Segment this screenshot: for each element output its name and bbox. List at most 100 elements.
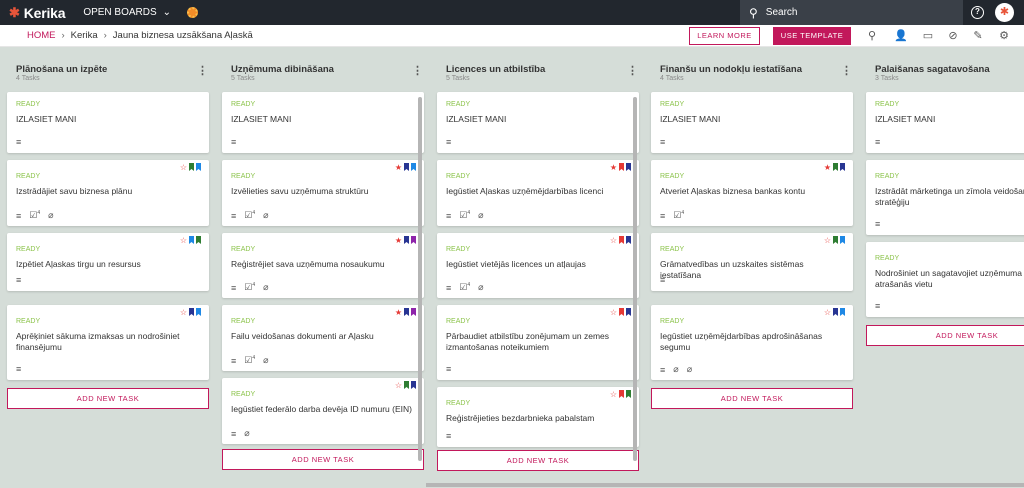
star-icon[interactable]: ☆ bbox=[395, 381, 402, 390]
task-card[interactable]: ★ READY Atveriet Aļaskas biznesa bankas … bbox=[651, 160, 853, 226]
checklist-icon: ☑4 bbox=[29, 210, 41, 220]
attachment-icon[interactable]: ⊘ bbox=[946, 29, 960, 42]
column-header[interactable]: Palaišanas sagatavošana 3 Tasks ⋮ bbox=[866, 58, 1024, 84]
sun-icon[interactable] bbox=[187, 7, 199, 18]
star-icon[interactable]: ☆ bbox=[610, 236, 617, 245]
checklist-icon: ☑4 bbox=[459, 282, 471, 292]
star-icon[interactable]: ☆ bbox=[180, 163, 187, 172]
use-template-button[interactable]: USE TEMPLATE bbox=[773, 27, 851, 45]
bookmark-icon bbox=[196, 308, 201, 316]
star-icon[interactable]: ☆ bbox=[180, 308, 187, 317]
task-card[interactable]: READY IZLASIET MANI ≡ bbox=[437, 92, 639, 153]
star-icon[interactable]: ★ bbox=[610, 163, 617, 172]
description-icon: ≡ bbox=[660, 275, 666, 285]
column-header[interactable]: Plānošana un izpēte 4 Tasks ⋮ bbox=[7, 58, 213, 84]
task-card[interactable]: ☆ READY Pārbaudiet atbilstību zonējumam … bbox=[437, 305, 639, 380]
description-icon: ≡ bbox=[446, 282, 452, 293]
open-boards-menu[interactable]: OPEN BOARDS ⌄ bbox=[83, 7, 171, 18]
learn-more-button[interactable]: LEARN MORE bbox=[689, 27, 760, 45]
bookmark-icon bbox=[626, 390, 631, 398]
card-flags: ★ bbox=[395, 308, 416, 317]
bookmark-icon bbox=[404, 236, 409, 244]
card-icons: ≡ bbox=[660, 275, 665, 285]
task-card[interactable]: READY IZLASIET MANI ≡ bbox=[866, 92, 1024, 153]
column-menu-icon[interactable]: ⋮ bbox=[627, 64, 638, 77]
tools-icon[interactable]: ✎ bbox=[971, 29, 985, 42]
bookmark-icon bbox=[411, 308, 416, 316]
column-header[interactable]: Finanšu un nodokļu iestatīšana 4 Tasks ⋮ bbox=[651, 58, 857, 84]
add-person-icon[interactable]: 👤 bbox=[894, 29, 908, 42]
star-icon[interactable]: ★ bbox=[395, 163, 402, 172]
card-icons: ≡ ☑4 ⌀ bbox=[231, 355, 269, 366]
task-card[interactable]: ☆ READY Reģistrējieties bezdarbnieka pab… bbox=[437, 387, 639, 447]
search-box[interactable]: ⚲ Search bbox=[740, 0, 963, 25]
star-icon[interactable]: ☆ bbox=[180, 236, 187, 245]
bookmark-icon bbox=[619, 236, 624, 244]
add-new-task-button[interactable]: ADD NEW TASK bbox=[437, 450, 639, 471]
task-card[interactable]: ☆ READY Iegūstiet vietējās licences un a… bbox=[437, 233, 639, 298]
column-header[interactable]: Uzņēmuma dibināšana 5 Tasks ⋮ bbox=[222, 58, 428, 84]
task-card[interactable]: ★ READY Reģistrējiet sava uzņēmuma nosau… bbox=[222, 233, 424, 298]
task-card[interactable]: ☆ READY Aprēķiniet sākuma izmaksas un no… bbox=[7, 305, 209, 380]
bookmark-icon bbox=[833, 236, 838, 244]
column-menu-icon[interactable]: ⋮ bbox=[841, 64, 852, 77]
star-icon[interactable]: ☆ bbox=[824, 308, 831, 317]
task-title: Failu veidošanas dokumenti ar Aļasku bbox=[231, 331, 374, 341]
description-icon: ≡ bbox=[446, 431, 452, 441]
column-menu-icon[interactable]: ⋮ bbox=[197, 64, 208, 77]
task-card[interactable]: ☆ READY Izstrādājiet savu biznesa plānu … bbox=[7, 160, 209, 226]
chat-icon[interactable]: ▭ bbox=[921, 29, 935, 42]
column-menu-icon[interactable]: ⋮ bbox=[412, 64, 423, 77]
task-card[interactable]: ★ READY Iegūstiet Aļaskas uzņēmējdarbība… bbox=[437, 160, 639, 226]
task-card[interactable]: READY IZLASIET MANI ≡ bbox=[651, 92, 853, 153]
task-card[interactable]: READY Nodrošiniet un sagatavojiet uzņēmu… bbox=[866, 242, 1024, 317]
status-badge: READY bbox=[446, 318, 471, 325]
task-title: Reģistrējiet sava uzņēmuma nosaukumu bbox=[231, 259, 385, 269]
status-badge: READY bbox=[446, 246, 471, 253]
task-card[interactable]: ☆ READY Iegūstiet federālo darba devēja … bbox=[222, 378, 424, 444]
card-flags: ☆ bbox=[180, 236, 201, 245]
attachment-icon: ⌀ bbox=[478, 210, 484, 220]
task-card[interactable]: READY Izstrādāt mārketinga un zīmola vei… bbox=[866, 160, 1024, 235]
breadcrumb-org[interactable]: Kerika bbox=[71, 30, 98, 41]
star-icon[interactable]: ☆ bbox=[824, 236, 831, 245]
column-scrollbar[interactable] bbox=[418, 97, 422, 461]
task-card[interactable]: ★ READY Izvēlieties savu uzņēmuma strukt… bbox=[222, 160, 424, 226]
task-card[interactable]: ★ READY Failu veidošanas dokumenti ar Aļ… bbox=[222, 305, 424, 371]
description-icon: ≡ bbox=[660, 210, 666, 221]
task-card[interactable]: READY IZLASIET MANI ≡ bbox=[222, 92, 424, 153]
star-icon[interactable]: ☆ bbox=[610, 308, 617, 317]
add-new-task-button[interactable]: ADD NEW TASK bbox=[651, 388, 853, 409]
add-new-task-button[interactable]: ADD NEW TASK bbox=[7, 388, 209, 409]
add-new-task-button[interactable]: ADD NEW TASK bbox=[866, 325, 1024, 346]
status-badge: READY bbox=[660, 173, 685, 180]
star-icon[interactable]: ★ bbox=[395, 308, 402, 317]
help-icon[interactable]: ? bbox=[971, 6, 984, 19]
breadcrumb-home[interactable]: HOME bbox=[27, 30, 56, 41]
bookmark-icon bbox=[404, 381, 409, 389]
task-card[interactable]: READY IZLASIET MANI ≡ bbox=[7, 92, 209, 153]
column-scrollbar[interactable] bbox=[633, 97, 637, 461]
bookmark-icon bbox=[626, 308, 631, 316]
avatar[interactable]: ✱ bbox=[995, 3, 1014, 22]
attachment-icon: ⌀ bbox=[263, 355, 269, 365]
horizontal-scrollbar[interactable] bbox=[426, 483, 1024, 487]
kerika-logo[interactable]: ✱ Kerika bbox=[9, 5, 66, 21]
search-board-icon[interactable]: ⚲ bbox=[865, 29, 879, 42]
description-icon: ≡ bbox=[875, 137, 881, 147]
star-icon[interactable]: ★ bbox=[824, 163, 831, 172]
task-title: Iegūstiet federālo darba devēja ID numur… bbox=[231, 404, 412, 414]
status-badge: READY bbox=[16, 246, 41, 253]
column-header[interactable]: Licences un atbilstība 5 Tasks ⋮ bbox=[437, 58, 643, 84]
add-new-task-button[interactable]: ADD NEW TASK bbox=[222, 449, 424, 470]
bookmark-icon bbox=[840, 163, 845, 171]
settings-gear-icon[interactable]: ⚙ bbox=[997, 29, 1011, 42]
star-icon[interactable]: ☆ bbox=[610, 390, 617, 399]
column-task-count: 5 Tasks bbox=[446, 75, 470, 82]
task-card[interactable]: ☆ READY Izpētiet Aļaskas tirgu un resurs… bbox=[7, 233, 209, 291]
task-card[interactable]: ☆ READY Iegūstiet uzņēmējdarbības apdroš… bbox=[651, 305, 853, 380]
task-card[interactable]: ☆ READY Grāmatvedības un uzskaites sistē… bbox=[651, 233, 853, 291]
star-icon[interactable]: ★ bbox=[395, 236, 402, 245]
status-badge: READY bbox=[16, 173, 41, 180]
column-title: Finanšu un nodokļu iestatīšana bbox=[660, 64, 802, 75]
